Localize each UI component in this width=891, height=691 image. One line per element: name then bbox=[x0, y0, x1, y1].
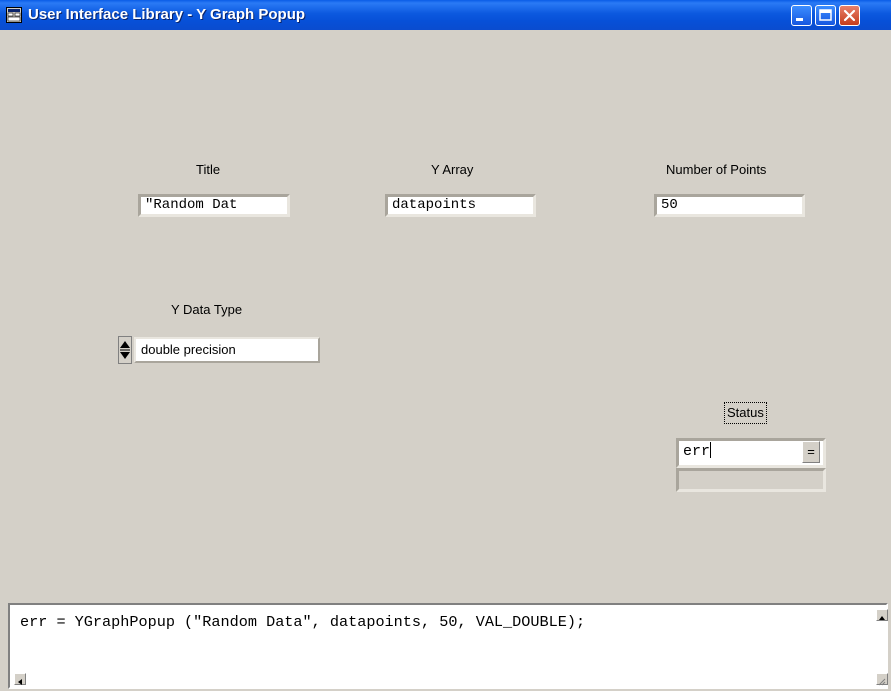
app-window-icon[interactable] bbox=[6, 7, 22, 23]
y-data-type-label: Y Data Type bbox=[171, 302, 243, 317]
generated-code-line: err = YGraphPopup ("Random Data", datapo… bbox=[20, 613, 586, 631]
scroll-left-icon[interactable] bbox=[14, 673, 26, 685]
minimize-button[interactable] bbox=[791, 5, 812, 26]
y-data-type-value[interactable]: double precision bbox=[134, 337, 320, 363]
maximize-button[interactable] bbox=[815, 5, 836, 26]
status-area bbox=[676, 468, 826, 492]
window-title: User Interface Library - Y Graph Popup bbox=[28, 6, 306, 23]
close-icon bbox=[843, 9, 856, 22]
text-caret bbox=[710, 442, 712, 458]
title-input[interactable]: "Random Dat bbox=[138, 194, 290, 217]
spin-updown-icon[interactable] bbox=[118, 336, 132, 364]
resize-grip-icon[interactable] bbox=[876, 673, 888, 686]
number-of-points-input[interactable]: 50 bbox=[654, 194, 805, 217]
status-menu-button[interactable]: = bbox=[802, 441, 820, 463]
scroll-up-icon[interactable] bbox=[876, 609, 888, 621]
maximize-icon bbox=[819, 9, 832, 21]
generated-code-panel[interactable]: err = YGraphPopup ("Random Data", datapo… bbox=[8, 603, 888, 689]
minimize-icon bbox=[796, 18, 803, 21]
close-button[interactable] bbox=[839, 5, 860, 26]
y-array-input[interactable]: datapoints bbox=[385, 194, 536, 217]
title-bar[interactable]: User Interface Library - Y Graph Popup bbox=[0, 0, 891, 30]
y-array-label: Y Array bbox=[431, 162, 474, 177]
status-value: err bbox=[683, 443, 711, 460]
number-of-points-label: Number of Points bbox=[666, 162, 767, 177]
status-label: Status bbox=[724, 402, 767, 424]
title-label: Title bbox=[196, 162, 221, 177]
y-data-type-ring[interactable]: double precision bbox=[118, 336, 320, 364]
function-panel-window: User Interface Library - Y Graph Popup T… bbox=[0, 0, 891, 691]
status-control: err = bbox=[676, 438, 826, 492]
